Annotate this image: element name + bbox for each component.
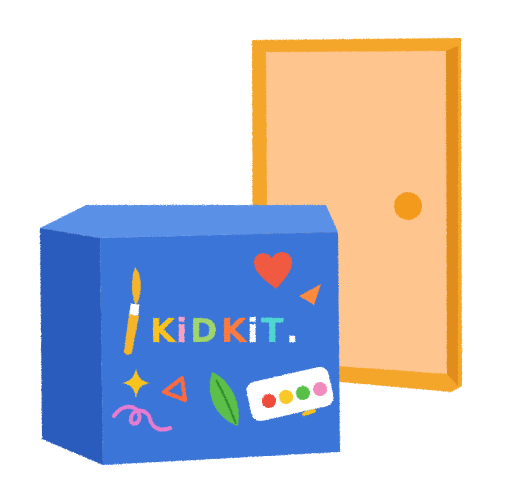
box-side (40, 228, 103, 465)
box-top (40, 205, 338, 238)
brand-letter-k1: K (150, 311, 177, 350)
kidkit-illustration: K i D K i T . (40, 38, 462, 465)
brand-letter-d: D (190, 311, 217, 350)
brand-letter-t: T (261, 311, 284, 350)
brand-letter-i1: i (176, 311, 187, 350)
brand-letter-k2: K (221, 311, 248, 350)
brand-letter-i2: i (247, 311, 258, 350)
door-knob-icon (394, 192, 422, 220)
box-front (100, 232, 340, 465)
paint-pink (313, 382, 327, 396)
paint-yellow (279, 390, 293, 404)
brand-letter-dot: . (286, 311, 299, 350)
paint-green (296, 386, 310, 400)
paint-red (262, 394, 276, 408)
door-shadow (446, 46, 458, 386)
brand-wordmark: K i D K i T . (150, 311, 299, 350)
